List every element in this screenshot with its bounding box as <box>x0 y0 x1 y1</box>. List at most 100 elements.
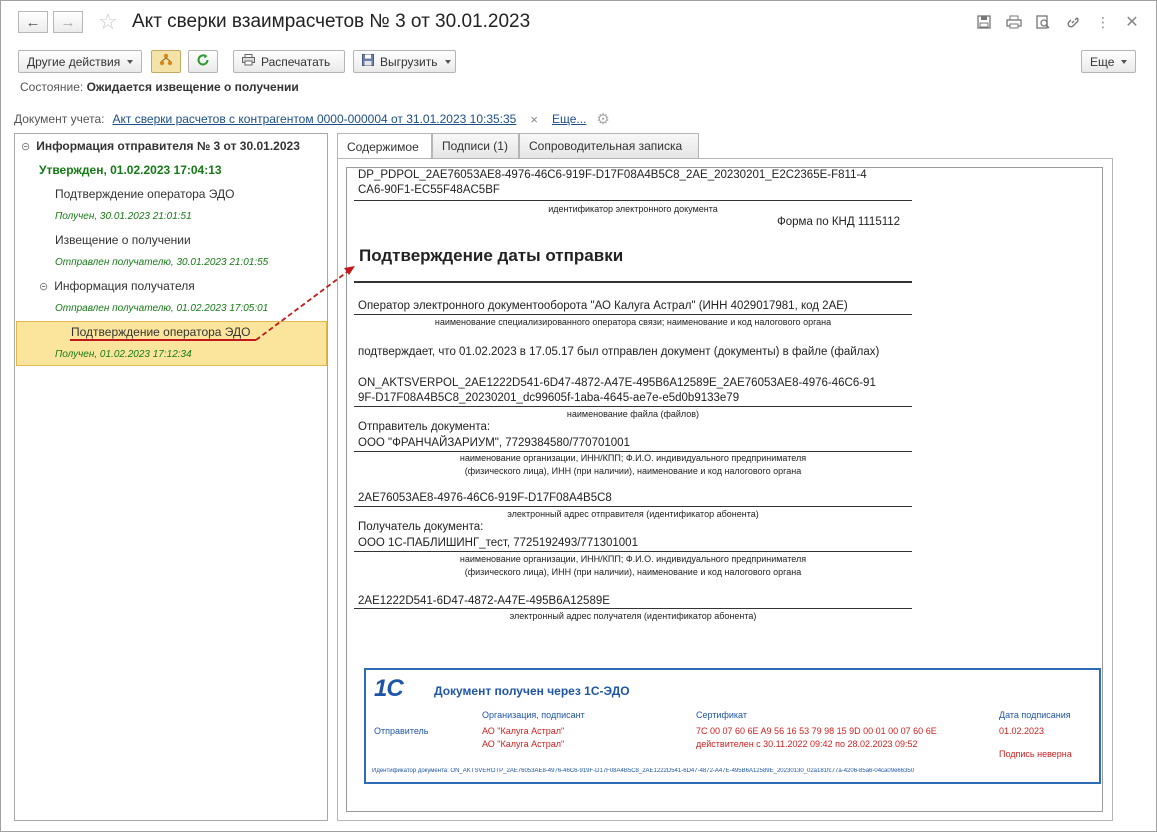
tree-item-receipt-notice[interactable]: Извещение о получении <box>55 233 367 247</box>
doc-id-caption: идентификатор электронного документа <box>548 204 718 214</box>
doc-id-line2: CA6-90F1-EC55F48AC5BF <box>358 184 500 196</box>
stamp-title: Документ получен через 1С-ЭДО <box>434 684 630 698</box>
star-icon[interactable]: ☆ <box>98 9 118 35</box>
stamp-date: 01.02.2023 <box>999 726 1045 736</box>
other-actions-button[interactable]: Другие действия <box>18 50 142 73</box>
file-line1: ON_AKTSVERPOL_2AE1222D541-6D47-4872-A47E… <box>358 377 876 389</box>
back-button[interactable]: ← <box>18 11 48 33</box>
chevron-down-icon <box>127 59 134 64</box>
sender-id: 2AE76053AE8-4976-46C6-919F-D17F08A4B5C8 <box>358 492 612 504</box>
tab-cover-note[interactable]: Сопроводительная записка <box>519 133 699 159</box>
file-line2: 9F-D17F08A4B5C8_20230201_dc99605f-1aba-4… <box>358 392 740 404</box>
tree-item-recipient-info[interactable]: ⊝ Информация получателя <box>39 279 351 293</box>
title-bar: ← → ☆ Акт сверки взаимрасчетов № 3 от 30… <box>1 1 1156 45</box>
operator-text: Оператор электронного документооборота "… <box>358 300 848 312</box>
recipient-id: 2AE1222D541-6D47-4872-A47E-495B6A12589E <box>358 595 610 607</box>
sender-id-caption: электронный адрес отправителя (идентифик… <box>507 509 759 519</box>
tree-item-sub: Отправлен получателю, 30.01.2023 21:01:5… <box>55 257 269 268</box>
preview-icon[interactable] <box>1034 13 1052 31</box>
document-account-line: Документ учета: Акт сверки расчетов с ко… <box>14 110 610 128</box>
arrow-left-icon: ← <box>25 13 41 31</box>
sender-caption1: наименование организации, ИНН/КПП; Ф.И.О… <box>459 453 807 463</box>
link-icon[interactable] <box>1064 13 1082 31</box>
export-label: Выгрузить <box>380 54 438 69</box>
divider <box>354 551 912 552</box>
structure-button[interactable] <box>151 50 181 73</box>
hierarchy-icon <box>159 53 173 70</box>
stamp-col-org: Организация, подписант <box>482 710 585 720</box>
tree-item-sub: Получен, 30.01.2023 21:01:51 <box>55 211 192 222</box>
tree-item-label: Извещение о получении <box>55 233 191 247</box>
chevron-down-icon <box>1121 59 1128 64</box>
recipient-caption2: (физического лица), ИНН (при наличии), н… <box>464 567 802 577</box>
tree-item-operator-confirmation[interactable]: Подтверждение оператора ЭДО <box>55 187 367 201</box>
divider <box>354 608 912 609</box>
document-account-more-link[interactable]: Еще... <box>552 112 586 126</box>
divider <box>354 451 912 452</box>
export-button[interactable]: Выгрузить <box>353 50 456 73</box>
document-window: ← → ☆ Акт сверки взаимрасчетов № 3 от 30… <box>0 0 1157 832</box>
divider <box>354 314 912 315</box>
tree-item-label: Информация получателя <box>54 279 195 293</box>
tab-label: Содержимое <box>347 139 419 154</box>
forward-button[interactable]: → <box>53 11 83 33</box>
clear-icon[interactable]: × <box>530 112 538 127</box>
tree-root-label: Информация отправителя № 3 от 30.01.2023 <box>36 139 300 153</box>
tree-root[interactable]: ⊝ Информация отправителя № 3 от 30.01.202… <box>21 139 333 153</box>
more-vertical-icon[interactable]: ⋮ <box>1094 13 1112 31</box>
print-label: Распечатать <box>261 54 331 69</box>
arrow-right-icon: → <box>60 13 76 31</box>
document-account-link[interactable]: Акт сверки расчетов с контрагентом 0000-… <box>112 112 516 126</box>
state-line: Состояние: Ожидается извещение о получен… <box>20 80 299 94</box>
tree-approved: Утвержден, 01.02.2023 17:04:13 <box>39 163 222 177</box>
other-actions-label: Другие действия <box>27 54 121 69</box>
tab-label: Подписи (1) <box>442 139 508 153</box>
stamp-org2: АО "Калуга Астрал" <box>482 739 565 749</box>
selected-label-text: Подтверждение оператора ЭДО <box>71 325 251 339</box>
tree-item-selected-sub: Получен, 01.02.2023 17:12:34 <box>55 349 192 360</box>
stamp-col-date: Дата подписания <box>999 710 1071 720</box>
collapse-icon[interactable]: ⊝ <box>21 141 30 153</box>
sender-caption2: (физического лица), ИНН (при наличии), н… <box>464 466 802 476</box>
tree-item-label: Подтверждение оператора ЭДО <box>55 187 235 201</box>
window-title: Акт сверки взаимрасчетов № 3 от 30.01.20… <box>132 11 531 32</box>
tab-signatures[interactable]: Подписи (1) <box>432 133 519 159</box>
recipient-label: Получатель документа: <box>358 521 484 533</box>
form-code: Форма по КНД 1115112 <box>777 216 901 228</box>
recipient-caption1: наименование организации, ИНН/КПП; Ф.И.О… <box>459 554 807 564</box>
document-tree: ⊝ Информация отправителя № 3 от 30.01.202… <box>14 133 328 821</box>
divider <box>354 506 912 507</box>
recipient-id-caption: электронный адрес получателя (идентифика… <box>509 611 757 621</box>
printer-icon <box>242 54 255 69</box>
tab-content[interactable]: Содержимое <box>337 133 432 160</box>
divider <box>354 281 912 283</box>
stamp-col-cert: Сертификат <box>696 710 747 720</box>
stamp-cert-valid: действителен с 30.11.2022 09:42 по 28.02… <box>696 739 918 749</box>
print-icon[interactable] <box>1005 13 1023 31</box>
stamp-cert: 7C 00 07 60 6E A9 56 16 53 79 98 15 9D 0… <box>696 726 937 736</box>
file-caption: наименование файла (файлов) <box>566 409 700 419</box>
confirms-text: подтверждает, что 01.02.2023 в 17.05.17 … <box>358 346 880 358</box>
gear-icon[interactable]: ⚙ <box>596 110 609 128</box>
close-icon[interactable]: ✕ <box>1123 13 1141 31</box>
print-button[interactable]: Распечатать <box>233 50 345 73</box>
state-label: Состояние: <box>20 80 84 94</box>
doc-id-line1: DP_PDPOL_2AE76053AE8-4976-46C6-919F-D17F… <box>358 169 867 181</box>
operator-caption: наименование специализированного операто… <box>434 317 832 327</box>
floppy-icon <box>362 54 374 69</box>
refresh-icon <box>196 53 210 70</box>
collapse-icon[interactable]: ⊝ <box>39 281 48 293</box>
sender-value: ООО "ФРАНЧАЙЗАРИУМ", 7729384580/77070100… <box>358 437 630 449</box>
chevron-down-icon <box>444 59 451 64</box>
divider <box>354 200 912 201</box>
stamp-org1: АО "Калуга Астрал" <box>482 726 565 736</box>
more-label: Еще <box>1090 54 1115 69</box>
divider <box>354 406 912 407</box>
save-icon[interactable] <box>975 13 993 31</box>
tree-item-sub: Отправлен получателю, 01.02.2023 17:05:0… <box>55 303 269 314</box>
tab-label: Сопроводительная записка <box>529 139 683 153</box>
stamp-doc-id: Идентификатор документа: ON_AKTSVEROTP_2… <box>372 768 915 774</box>
more-button[interactable]: Еще <box>1081 50 1136 73</box>
refresh-button[interactable] <box>188 50 218 73</box>
document-account-label: Документ учета: <box>14 112 105 126</box>
